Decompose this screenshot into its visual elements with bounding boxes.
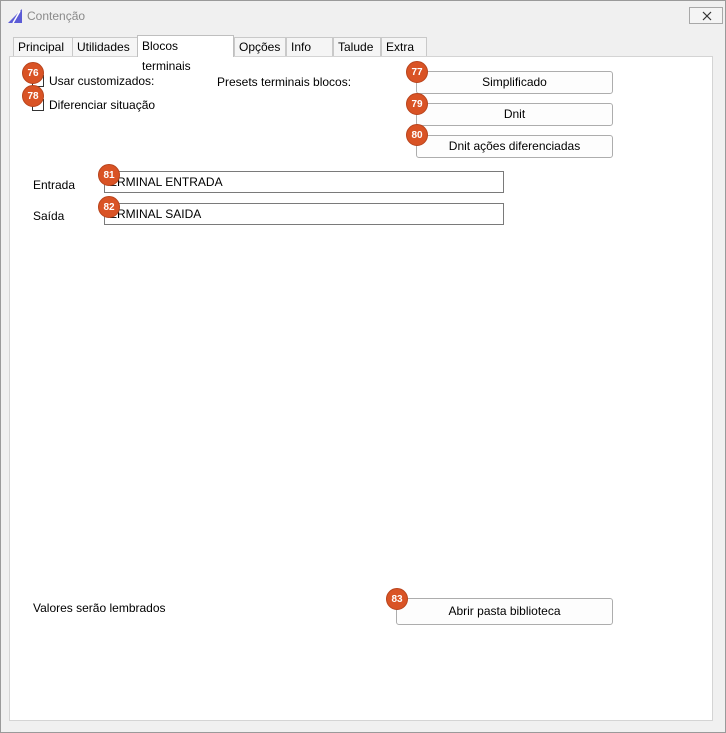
tab-talude[interactable]: Talude [333,37,381,56]
valores-lembrados-note: Valores serão lembrados [33,601,166,615]
close-icon [702,11,712,21]
window: Contenção Principal Utilidades Blocos te… [0,0,726,733]
tab-blocos-terminais[interactable]: Blocos terminais [137,35,234,73]
usar-customizados-label: Usar customizados: [49,74,155,88]
tab-info[interactable]: Info [286,37,333,56]
tab-principal[interactable]: Principal [13,37,73,56]
marker-badge: 77 [406,61,428,83]
tab-opcoes[interactable]: Opções [234,37,286,56]
marker-badge: 83 [386,588,408,610]
entrada-input[interactable]: ERMINAL ENTRADA [104,171,504,193]
marker-badge: 76 [22,62,44,84]
close-button[interactable] [689,7,723,24]
saida-label: Saída [33,209,65,223]
entrada-label: Entrada [33,178,76,192]
marker-badge: 80 [406,124,428,146]
tab-bar: Principal Utilidades Blocos terminais Op… [9,35,721,73]
dnit-acoes-diferenciadas-button[interactable]: Dnit ações diferenciadas [416,135,613,158]
simplificado-button[interactable]: Simplificado [416,71,613,94]
marker-badge: 81 [98,164,120,186]
dnit-button[interactable]: Dnit [416,103,613,126]
abrir-pasta-biblioteca-button[interactable]: Abrir pasta biblioteca [396,598,613,625]
sail-triangle-icon [7,8,23,24]
presets-label: Presets terminais blocos: [217,75,352,89]
marker-badge: 79 [406,93,428,115]
marker-badge: 82 [98,196,120,218]
diferenciar-situacao-label: Diferenciar situação [49,98,156,112]
title-bar: Contenção [1,1,725,31]
tab-utilidades[interactable]: Utilidades [72,37,138,56]
marker-badge: 78 [22,85,44,107]
window-title: Contenção [27,9,86,23]
tab-extra[interactable]: Extra [381,37,427,56]
tab-panel-blocos-terminais: Usar customizados: 76 Diferenciar situaç… [9,56,713,721]
saida-input[interactable]: ERMINAL SAIDA [104,203,504,225]
